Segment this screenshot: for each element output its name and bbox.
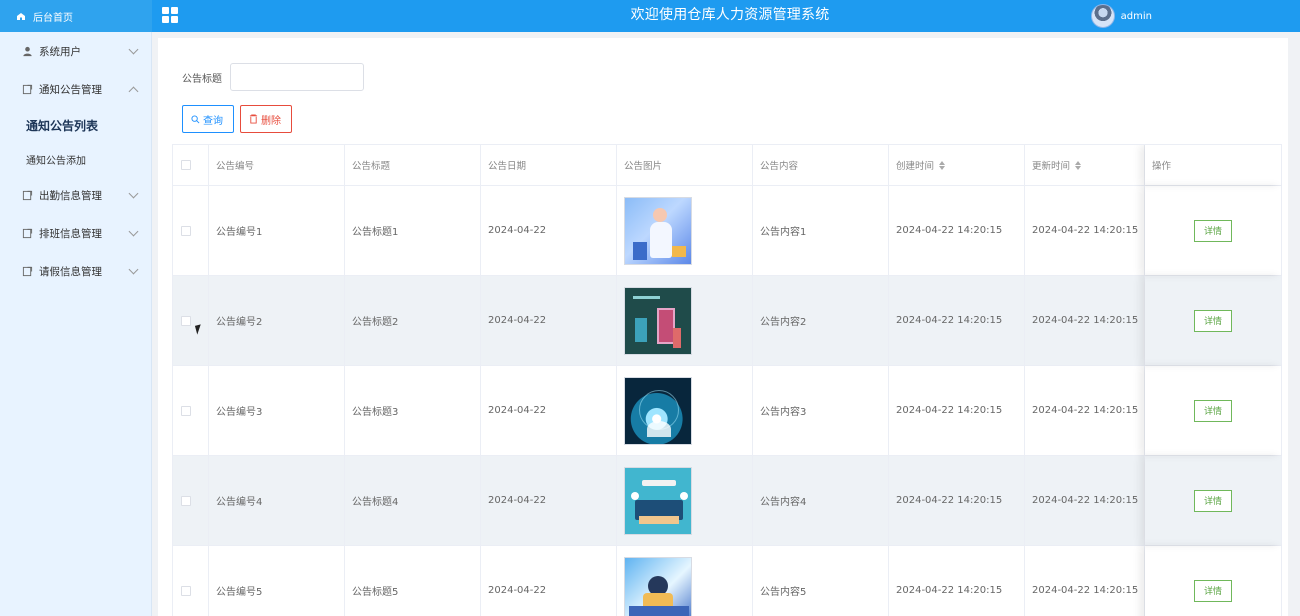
created-time: 2024-04-22 14:20:15 <box>889 186 1025 275</box>
row-checkbox[interactable] <box>181 405 191 416</box>
column-header: 公告图片 <box>617 145 753 185</box>
schedule-icon <box>22 228 33 238</box>
title-filter-label: 公告标题 <box>182 73 222 85</box>
notice-content: 公告内容5 <box>753 546 889 616</box>
notice-title: 公告标题3 <box>345 366 481 455</box>
updated-time-header[interactable]: 更新时间 <box>1025 145 1145 185</box>
row-checkbox[interactable] <box>181 495 191 506</box>
chevron-down-icon <box>128 188 139 199</box>
updated-time: 2024-04-22 14:20:15 <box>1025 456 1145 545</box>
updated-time: 2024-04-22 14:20:15 <box>1025 546 1145 616</box>
updated-time: 2024-04-22 14:20:15 <box>1025 366 1145 455</box>
sidebar-item-system-users[interactable]: 系统用户 <box>0 32 151 70</box>
created-time-header[interactable]: 创建时间 <box>889 145 1025 185</box>
notice-icon <box>22 84 33 94</box>
delete-button[interactable]: 删除 <box>240 105 292 133</box>
trash-icon <box>249 114 258 124</box>
notice-no: 公告编号5 <box>209 546 345 616</box>
row-checkbox[interactable] <box>181 225 191 236</box>
detail-button[interactable]: 详情 <box>1194 579 1232 602</box>
column-header: 公告标题 <box>345 145 481 185</box>
action-buttons: 查询 删除 <box>182 105 292 133</box>
column-header: 公告日期 <box>481 145 617 185</box>
sidebar-item-notice-management[interactable]: 通知公告管理 <box>0 70 151 108</box>
created-time: 2024-04-22 14:20:15 <box>889 546 1025 616</box>
notice-image[interactable] <box>624 196 692 265</box>
table-row: 公告编号1 公告标题1 2024-04-22 公告内容1 2024-04-22 14:… <box>173 186 1282 276</box>
notice-image[interactable] <box>624 466 692 535</box>
notice-title: 公告标题1 <box>345 186 481 275</box>
table-header: 公告编号 公告标题 公告日期 公告图片 公告内容 创建时间 更新时间 操作 <box>173 145 1282 186</box>
sidebar-item-notice-list[interactable]: 通知公告列表 <box>0 108 151 142</box>
user-menu[interactable]: admin <box>1090 4 1152 28</box>
chevron-down-icon <box>128 264 139 275</box>
notice-date: 2024-04-22 <box>481 546 617 616</box>
notice-no: 公告编号4 <box>209 456 345 545</box>
chevron-down-icon <box>128 226 139 237</box>
sidebar-item-label: 通知公告管理 <box>39 83 102 96</box>
search-icon <box>191 114 200 123</box>
notice-date: 2024-04-22 <box>481 456 617 545</box>
top-navbar: 后台首页 欢迎使用仓库人力资源管理系统 admin <box>0 0 1300 32</box>
sidebar: 系统用户 通知公告管理 通知公告列表 通知公告添加 出勤信息管理 排班信息管理 … <box>0 32 152 616</box>
sidebar-item-attendance[interactable]: 出勤信息管理 <box>0 176 151 214</box>
notice-image[interactable] <box>624 376 692 445</box>
notice-content: 公告内容3 <box>753 366 889 455</box>
notice-date: 2024-04-22 <box>481 276 617 365</box>
content-panel: 公告标题 查询 删除 公告编号 公告标题 公告日期 公告图片 公告内容 创建时间… <box>158 38 1288 616</box>
table-row: 公告编号5 公告标题5 2024-04-22 公告内容5 2024-04-22 14:… <box>173 546 1282 616</box>
leave-icon <box>22 266 33 276</box>
notice-table: 公告编号 公告标题 公告日期 公告图片 公告内容 创建时间 更新时间 操作 公告… <box>172 144 1282 616</box>
updated-time: 2024-04-22 14:20:15 <box>1025 186 1145 275</box>
notice-title: 公告标题4 <box>345 456 481 545</box>
notice-content: 公告内容4 <box>753 456 889 545</box>
notice-date: 2024-04-22 <box>481 186 617 275</box>
notice-image[interactable] <box>624 556 692 616</box>
column-header: 公告编号 <box>209 145 345 185</box>
updated-time: 2024-04-22 14:20:15 <box>1025 276 1145 365</box>
notice-content: 公告内容1 <box>753 186 889 275</box>
table-row: 公告编号3 公告标题3 2024-04-22 公告内容3 2024-04-22 14:… <box>173 366 1282 456</box>
row-checkbox[interactable] <box>181 315 191 326</box>
sort-icon <box>1075 160 1082 170</box>
sidebar-item-notice-add[interactable]: 通知公告添加 <box>0 142 151 176</box>
sidebar-item-label: 请假信息管理 <box>39 265 102 278</box>
created-time: 2024-04-22 14:20:15 <box>889 456 1025 545</box>
row-checkbox[interactable] <box>181 585 191 596</box>
column-header: 操作 <box>1145 145 1282 185</box>
chevron-up-icon <box>128 86 139 97</box>
detail-button[interactable]: 详情 <box>1194 309 1232 332</box>
sidebar-item-label: 排班信息管理 <box>39 227 102 240</box>
notice-no: 公告编号1 <box>209 186 345 275</box>
column-header: 公告内容 <box>753 145 889 185</box>
sidebar-item-schedule[interactable]: 排班信息管理 <box>0 214 151 252</box>
chevron-down-icon <box>128 44 139 55</box>
title-search-input[interactable] <box>230 63 364 91</box>
username: admin <box>1120 10 1152 22</box>
select-all-checkbox[interactable] <box>181 160 191 170</box>
sidebar-item-label: 出勤信息管理 <box>39 189 102 202</box>
sort-icon <box>939 160 946 170</box>
detail-button[interactable]: 详情 <box>1194 489 1232 512</box>
detail-button[interactable]: 详情 <box>1194 399 1232 422</box>
notice-title: 公告标题5 <box>345 546 481 616</box>
notice-image[interactable] <box>624 286 692 355</box>
search-row: 公告标题 <box>182 63 364 91</box>
sidebar-item-label: 系统用户 <box>39 45 81 58</box>
query-button[interactable]: 查询 <box>182 105 234 133</box>
notice-no: 公告编号2 <box>209 276 345 365</box>
created-time: 2024-04-22 14:20:15 <box>889 366 1025 455</box>
attendance-icon <box>22 190 33 200</box>
table-row: 公告编号2 公告标题2 2024-04-22 公告内容2 2024-04-22 14:… <box>173 276 1282 366</box>
user-icon <box>23 46 32 56</box>
notice-content: 公告内容2 <box>753 276 889 365</box>
notice-date: 2024-04-22 <box>481 366 617 455</box>
notice-no: 公告编号3 <box>209 366 345 455</box>
table-row: 公告编号4 公告标题4 2024-04-22 公告内容4 2024-04-22 14:… <box>173 456 1282 546</box>
detail-button[interactable]: 详情 <box>1194 219 1232 242</box>
created-time: 2024-04-22 14:20:15 <box>889 276 1025 365</box>
sidebar-item-leave[interactable]: 请假信息管理 <box>0 252 151 290</box>
avatar <box>1090 4 1115 28</box>
notice-title: 公告标题2 <box>345 276 481 365</box>
